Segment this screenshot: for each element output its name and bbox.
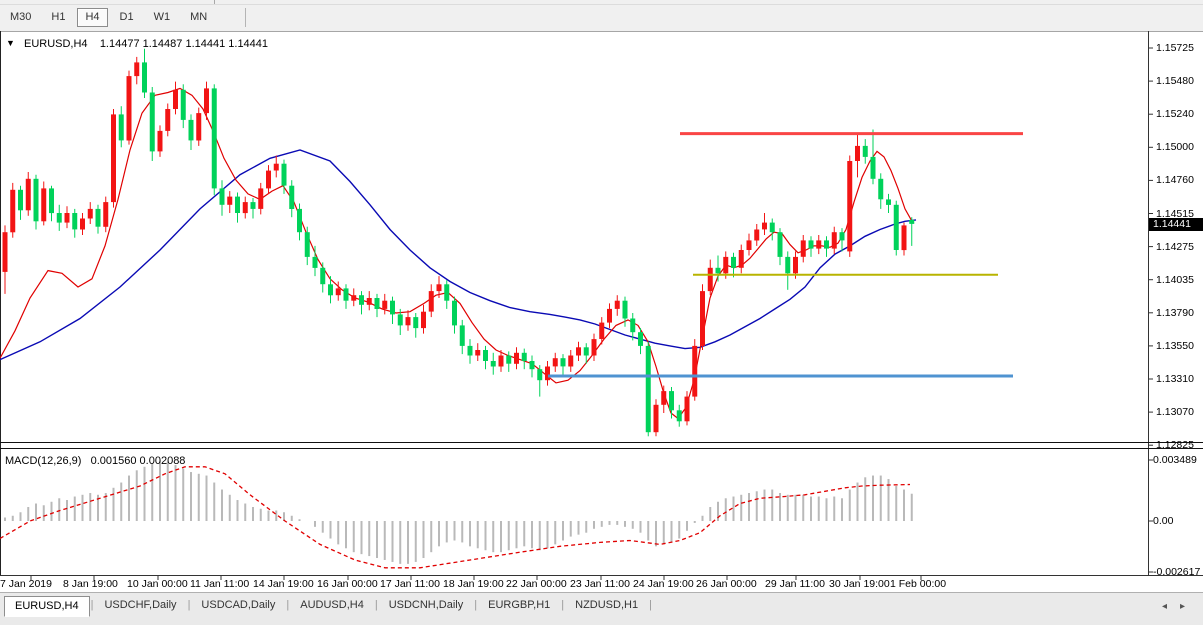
price-axis-label: 1.14275 [1156, 241, 1194, 253]
time-axis-label: 18 Jan 19:00 [443, 578, 504, 590]
macd-axis-label: -0.002617 [1153, 566, 1200, 578]
time-axis-label: 7 Jan 2019 [0, 578, 52, 590]
toolbar-divider [214, 0, 215, 4]
chart-tab-nzdusd-h1[interactable]: NZDUSD,H1 [565, 596, 648, 615]
chart-ohlc-values: 1.14477 1.14487 1.14441 1.14441 [100, 38, 268, 50]
price-axis-label: 1.13790 [1156, 307, 1194, 319]
timeframe-button-M30[interactable]: M30 [2, 8, 39, 27]
chart-canvas[interactable] [0, 31, 1203, 592]
chart-tab-audusd-h4[interactable]: AUDUSD,H4 [290, 596, 374, 615]
timeframe-toolbar: M30H1H4 D1W1MN [0, 5, 1203, 32]
time-axis-label: 30 Jan 19:00 [829, 578, 890, 590]
price-axis-label: 1.13310 [1156, 373, 1194, 385]
macd-axis-label: 0.003489 [1153, 454, 1197, 466]
timeframe-button-D1[interactable]: D1 [112, 8, 142, 27]
toolbar-divider [245, 8, 246, 27]
price-axis-label: 1.13070 [1156, 406, 1194, 418]
timeframe-button-H4[interactable]: H4 [77, 8, 107, 27]
current-price-badge: 1.14441 [1149, 218, 1203, 231]
price-axis-label: 1.15480 [1156, 75, 1194, 87]
chart-symbol-period: EURUSD,H4 [24, 38, 88, 50]
time-axis-label: 8 Jan 19:00 [63, 578, 118, 590]
tab-separator: | [648, 596, 653, 614]
time-axis-label: 1 Feb 00:00 [890, 578, 946, 590]
time-axis-label: 16 Jan 00:00 [317, 578, 378, 590]
tab-scroll-left-button[interactable]: ◂ [1162, 601, 1167, 612]
macd-histogram [5, 462, 912, 564]
time-axis-label: 24 Jan 19:00 [633, 578, 694, 590]
time-axis-label: 26 Jan 00:00 [696, 578, 757, 590]
time-axis-label: 11 Jan 11:00 [190, 578, 249, 590]
chart-tab-usdcad-daily[interactable]: USDCAD,Daily [191, 596, 285, 615]
macd-indicator-label: MACD(12,26,9) 0.001560 0.002088 [5, 455, 185, 467]
chart-tabs: EURUSD,H4|USDCHF,Daily|USDCAD,Daily|AUDU… [4, 596, 653, 618]
macd-axis-label: 0.00 [1153, 515, 1173, 527]
macd-current-values: 0.001560 0.002088 [91, 455, 186, 467]
price-axis-label: 1.14760 [1156, 174, 1194, 186]
timeframe-button-H1[interactable]: H1 [43, 8, 73, 27]
time-axis-label: 10 Jan 00:00 [127, 578, 188, 590]
price-axis-label: 1.14035 [1156, 274, 1194, 286]
chart-title: ▼ EURUSD,H4 1.14477 1.14487 1.14441 1.14… [6, 38, 268, 50]
time-axis-label: 23 Jan 11:00 [570, 578, 630, 590]
time-axis-label: 17 Jan 11:00 [380, 578, 440, 590]
price-axis-label: 1.15725 [1156, 42, 1194, 54]
mt4-window: { "toolbar": { "timeframes": [ {"label":… [0, 0, 1203, 624]
price-axis-label: 1.14515 [1156, 208, 1194, 220]
candlestick-series [3, 49, 915, 437]
timeframe-button-W1[interactable]: W1 [146, 8, 179, 27]
chart-tab-eurgbp-h1[interactable]: EURGBP,H1 [478, 596, 560, 615]
fast-ma-line [0, 88, 912, 418]
time-axis-label: 22 Jan 00:00 [506, 578, 567, 590]
price-axis-label: 1.15240 [1156, 108, 1194, 120]
chart-area: ▼ EURUSD,H4 1.14477 1.14487 1.14441 1.14… [0, 31, 1203, 592]
chart-tab-eurusd-h4[interactable]: EURUSD,H4 [4, 596, 90, 617]
timeframe-button-MN[interactable]: MN [182, 8, 215, 27]
price-axis-label: 1.15000 [1156, 141, 1194, 153]
symbol-dropdown-icon[interactable]: ▼ [6, 38, 15, 48]
time-axis-label: 14 Jan 19:00 [253, 578, 314, 590]
chart-tab-usdcnh-daily[interactable]: USDCNH,Daily [379, 596, 474, 615]
chart-tab-bar: EURUSD,H4|USDCHF,Daily|USDCAD,Daily|AUDU… [0, 592, 1203, 625]
chart-tab-usdchf-daily[interactable]: USDCHF,Daily [94, 596, 186, 615]
price-axis-label: 1.12825 [1156, 439, 1194, 451]
time-axis-label: 29 Jan 11:00 [765, 578, 825, 590]
tab-scroll-right-button[interactable]: ▸ [1180, 601, 1185, 612]
price-axis-label: 1.13550 [1156, 340, 1194, 352]
